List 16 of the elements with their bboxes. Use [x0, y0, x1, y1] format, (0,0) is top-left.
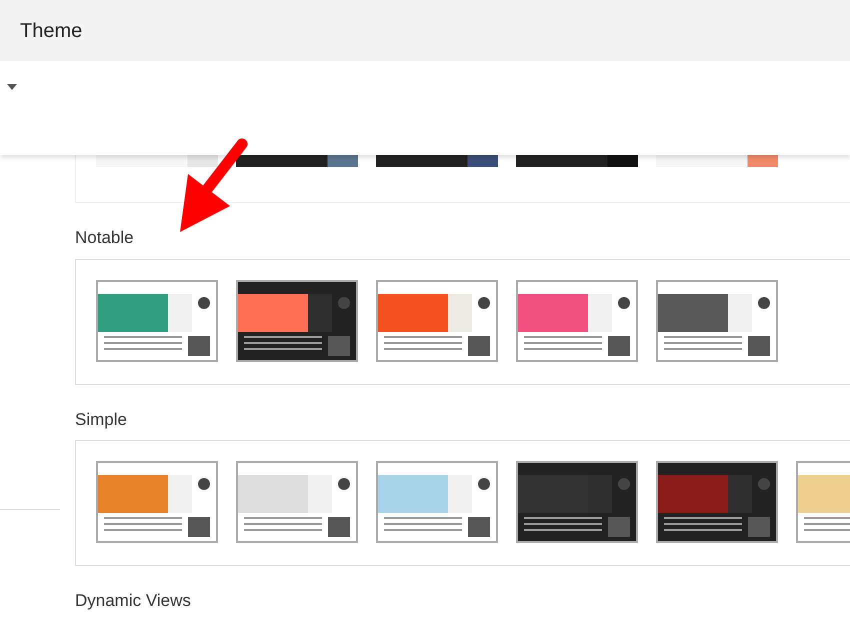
theme-preview-drawing[interactable] [656, 461, 778, 543]
theme-preview-drawing[interactable] [376, 461, 498, 543]
page-title: Theme [20, 18, 82, 44]
section-title: Notable [75, 227, 135, 249]
theme-preview-drawing[interactable] [516, 280, 638, 362]
dropdown-caret-icon[interactable] [7, 83, 17, 91]
theme-preview-drawing[interactable] [236, 461, 358, 543]
theme-preview-drawing[interactable] [516, 461, 638, 543]
theme-preview-drawing[interactable] [656, 280, 778, 362]
theme-preview-drawing[interactable] [236, 280, 358, 362]
theme-preview-drawing[interactable] [96, 461, 218, 543]
section-title: Simple [75, 408, 128, 430]
theme-preview-drawing[interactable] [236, 155, 358, 167]
theme-preview-drawing[interactable] [96, 280, 218, 362]
section-title: Dynamic Views [75, 590, 192, 612]
theme-preview-drawing[interactable] [376, 280, 498, 362]
